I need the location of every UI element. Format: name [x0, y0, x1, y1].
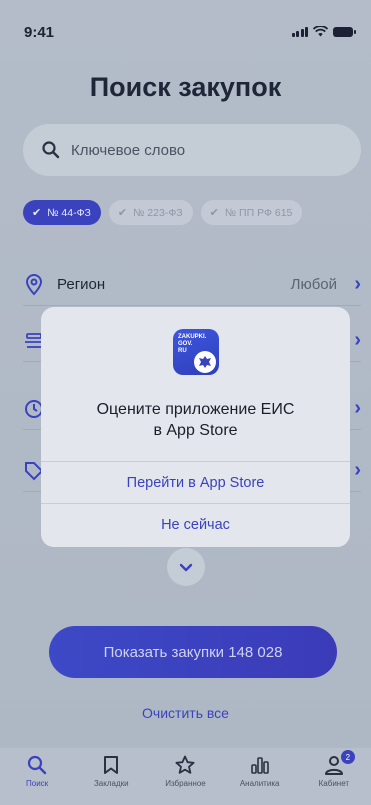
chip-label: № 223-ФЗ — [133, 206, 183, 219]
page-title: Поиск закупок — [89, 72, 282, 102]
emblem-icon — [194, 351, 216, 373]
wifi-icon — [313, 26, 328, 37]
tab-analytics[interactable]: Аналитика — [225, 754, 295, 805]
tab-label: Избранное — [165, 779, 206, 788]
tab-label: Кабинет — [318, 779, 350, 788]
tab-label: Поиск — [26, 779, 49, 788]
star-icon — [175, 755, 195, 774]
app-screen: 9:41 Поиск закупок ✔ № 44-ФЗ ✔ № 223-ФЗ … — [0, 0, 371, 805]
alert-title: Оцените приложение ЕИС в App Store — [41, 399, 350, 441]
chip-label: № ПП РФ 615 — [224, 206, 293, 219]
search-icon — [42, 141, 60, 159]
rate-app-alert: ZAKUPKI. GOV. RU Оцените приложение ЕИС … — [41, 307, 350, 547]
chevron-down-icon — [179, 563, 193, 571]
tab-bar: Поиск Закладки Избранное Аналитика 2 Каб… — [0, 748, 371, 805]
tab-bookmarks[interactable]: Закладки — [76, 754, 146, 805]
status-time: 9:41 — [24, 24, 55, 41]
alert-title-line2: в App Store — [153, 422, 238, 439]
expand-filters-button[interactable] — [167, 548, 205, 586]
cellular-signal-icon — [291, 26, 308, 37]
tab-cabinet[interactable]: 2 Кабинет — [299, 750, 369, 805]
search-icon — [27, 755, 47, 775]
chevron-right-icon: › — [354, 273, 361, 295]
law-filter-chips: ✔ № 44-ФЗ ✔ № 223-ФЗ ✔ № ПП РФ 615 — [23, 200, 303, 225]
filter-row-region[interactable]: Регион Любой › — [23, 264, 361, 306]
battery-icon — [333, 26, 356, 37]
tab-label: Закладки — [93, 779, 129, 788]
tab-favorites[interactable]: Избранное — [150, 754, 220, 805]
status-icons — [291, 26, 356, 37]
filter-label: Регион — [57, 276, 106, 293]
search-input[interactable] — [71, 141, 331, 159]
go-to-app-store-button[interactable]: Перейти в App Store — [41, 461, 350, 503]
checkmark-icon: ✔ — [209, 207, 219, 219]
notification-badge: 2 — [340, 750, 355, 764]
checkmark-icon: ✔ — [32, 207, 42, 219]
chip-label: № 44-ФЗ — [47, 206, 91, 219]
search-box[interactable] — [23, 124, 361, 176]
not-now-button[interactable]: Не сейчас — [41, 503, 350, 545]
bar-chart-icon — [250, 757, 269, 774]
tab-label: Аналитика — [239, 779, 280, 788]
filter-value: Любой — [290, 276, 337, 293]
show-purchases-button[interactable]: Показать закупки 148 028 — [49, 626, 337, 678]
chip-223fz[interactable]: ✔ № 223-ФЗ — [108, 200, 193, 225]
app-icon: ZAKUPKI. GOV. RU — [173, 329, 219, 375]
checkmark-icon: ✔ — [117, 207, 128, 219]
alert-title-line1: Оцените приложение ЕИС — [96, 401, 295, 418]
chip-44fz[interactable]: ✔ № 44-ФЗ — [23, 200, 101, 225]
chip-pp-rf-615[interactable]: ✔ № ПП РФ 615 — [200, 200, 303, 225]
bookmark-icon — [104, 756, 119, 774]
clear-all-link[interactable]: Очистить все — [0, 705, 371, 721]
location-pin-icon — [23, 273, 45, 296]
tab-search[interactable]: Поиск — [2, 754, 72, 805]
